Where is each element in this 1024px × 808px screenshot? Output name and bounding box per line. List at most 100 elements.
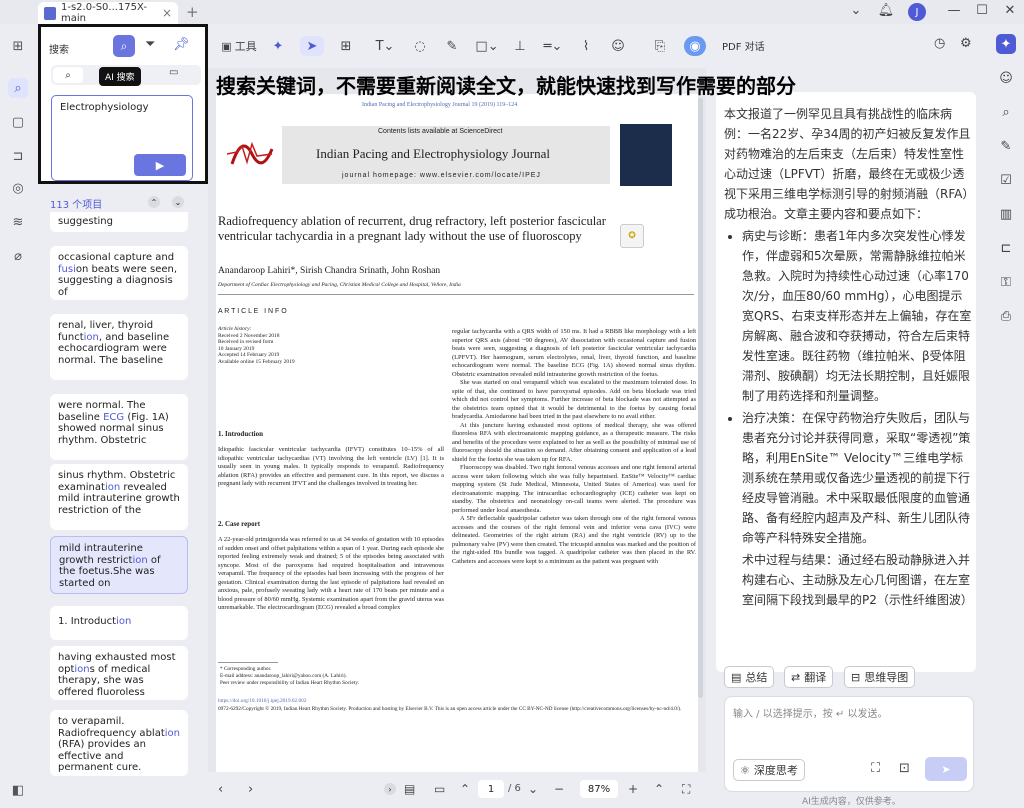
paragraph: A 5Fr deflectable quadripolar catheter w… xyxy=(452,515,696,565)
paragraph: Fluoroscopy was disabled. Two right femo… xyxy=(452,464,696,514)
annotation-icon[interactable]: ✎ xyxy=(996,136,1016,156)
next-result-icon[interactable]: ⌄ xyxy=(172,196,184,208)
reading-mode-icon[interactable]: ▤ xyxy=(404,782,415,796)
prev-arrow-icon[interactable]: ‹ xyxy=(218,782,223,797)
folder-icon[interactable]: ⊏ xyxy=(996,238,1016,258)
summary-button[interactable]: ▤ 总结 xyxy=(724,666,775,688)
layers-icon[interactable]: ≋ xyxy=(8,212,28,232)
protect-icon[interactable]: ⚿ xyxy=(996,272,1016,292)
list-item[interactable]: sinus rhythm. Obstetric examination reve… xyxy=(50,464,188,530)
list-item[interactable]: occasional capture and fusion beats were… xyxy=(50,246,188,300)
sticker-icon[interactable]: ☺ xyxy=(606,36,630,56)
ai-disclaimer: AI生成内容，仅供参考。 xyxy=(802,797,901,807)
search-rail-icon[interactable]: ⌕ xyxy=(8,78,28,98)
document-search-icon[interactable]: ⌕ xyxy=(996,102,1016,122)
settings-sliders-icon[interactable]: ⚙ xyxy=(960,36,972,51)
summary-icon: ▤ xyxy=(731,670,742,684)
list-item[interactable]: renal, liver, thyroid function, and base… xyxy=(50,314,188,380)
deep-think-button[interactable]: ⚛ 深度思考 xyxy=(733,759,805,781)
form-icon[interactable]: ☑ xyxy=(996,170,1016,190)
attachment-icon[interactable]: ⌀ xyxy=(8,246,28,266)
page-total: / 6 xyxy=(508,783,521,794)
expand-icon[interactable]: › xyxy=(384,783,396,795)
clipboard-icon[interactable]: ⎘ xyxy=(648,36,672,56)
journal-banner: Contents lists available at ScienceDirec… xyxy=(282,126,610,184)
next-arrow-icon[interactable]: › xyxy=(248,782,253,797)
new-tab-button[interactable]: + xyxy=(186,3,199,21)
measure-icon[interactable]: ═⌄ xyxy=(538,36,568,56)
result-highlight: ion xyxy=(116,616,132,627)
vertical-scrollbar[interactable] xyxy=(698,98,703,698)
list-item[interactable]: to verapamil. Radiofrequency ablation (R… xyxy=(50,710,188,776)
zoom-out-icon[interactable]: − xyxy=(554,782,564,796)
list-item[interactable]: having exhausted most options of medical… xyxy=(50,646,188,700)
ai-bullet: 治疗决策：在保守药物治疗失败后，团队与患者充分讨论并获得同意，采取“零透视”策略… xyxy=(742,408,974,548)
avatar[interactable]: J xyxy=(908,3,926,21)
text-search-icon[interactable]: ⌕ xyxy=(53,67,83,83)
zoom-level[interactable]: 87% xyxy=(580,780,618,798)
list-item[interactable]: 1. Introduction xyxy=(50,606,188,640)
zoom-in-icon[interactable]: + xyxy=(628,782,638,796)
shape-icon[interactable]: □⌄ xyxy=(472,36,502,56)
minimize-icon[interactable]: — xyxy=(944,3,964,18)
text-tool-icon[interactable]: T⌄ xyxy=(370,36,400,56)
history-icon[interactable]: ◷ xyxy=(934,36,945,51)
ai-input-box[interactable]: 输入 / 以选择提示，按 ↵ 以发送。 ⚛ 深度思考 ⛶ ⊡ ➤ xyxy=(724,696,974,792)
tools-button[interactable]: ▣ 工具 xyxy=(216,36,262,56)
search-input[interactable]: Electrophysiology ▶ xyxy=(51,95,193,181)
pin-icon[interactable]: 📌︎ xyxy=(173,37,190,52)
attach-icon[interactable]: ⌇ xyxy=(574,36,598,56)
page-number-input[interactable]: 1 xyxy=(478,780,504,798)
page-down-icon[interactable]: ⌄ xyxy=(528,782,538,796)
present-icon[interactable]: ▭ xyxy=(434,782,445,796)
bookmark-icon[interactable]: ⊐ xyxy=(8,146,28,166)
list-item[interactable]: suggesting xyxy=(50,212,188,232)
pen-icon[interactable]: ✎ xyxy=(440,36,464,56)
comment-search-icon[interactable]: ◎ xyxy=(8,178,28,198)
sidebar-toggle-icon[interactable]: ◧ xyxy=(8,780,28,800)
select-cursor-icon[interactable]: ➤ xyxy=(300,36,324,56)
result-highlight: ECG xyxy=(103,411,125,423)
book-icon[interactable]: ▥ xyxy=(996,204,1016,224)
document-tab[interactable]: 1-s2.0-S0...175X-main × xyxy=(38,2,178,24)
fit-width-icon[interactable]: ⌃ xyxy=(654,782,664,796)
crossmark-icon[interactable]: ✪ xyxy=(620,224,644,248)
mindmap-icon: ⊟ xyxy=(851,670,861,684)
ai-assistant-icon[interactable]: ◉ xyxy=(684,36,706,56)
tab-close-icon[interactable]: × xyxy=(162,6,172,20)
chevron-down-icon[interactable]: ⌄ xyxy=(846,3,866,18)
ai-search-icon[interactable]: ⌕ xyxy=(113,35,135,57)
ai-chat-icon[interactable]: ✦ xyxy=(996,34,1016,54)
sparkle-image-icon[interactable]: ⛶ xyxy=(871,761,880,776)
pdf-page: Indian Pacing and Electrophysiology Jour… xyxy=(216,94,698,774)
case-heading: 2. Case report xyxy=(218,520,261,528)
screenshot-icon[interactable]: ⊡ xyxy=(899,761,910,776)
filter-icon[interactable]: ⏷ xyxy=(145,37,155,52)
document-viewport[interactable]: Indian Pacing and Electrophysiology Jour… xyxy=(208,68,706,774)
list-item[interactable]: were normal. The baseline ECG (Fig. 1A) … xyxy=(50,394,188,460)
page-icon[interactable]: ▢ xyxy=(8,112,28,132)
ai-sparkle-icon[interactable]: ✦ xyxy=(268,36,288,56)
image-search-icon[interactable]: ▭ xyxy=(169,67,178,78)
send-button[interactable]: ▶ xyxy=(134,154,186,176)
translate-button[interactable]: ⇄ 翻译 xyxy=(784,666,834,688)
search-panel: 搜索 ⌕ ⏷ 📌︎ ⌕ ▭ AI 搜索 Electrophysiology ▶ xyxy=(38,24,208,184)
emoji-icon[interactable]: ☺ xyxy=(996,68,1016,88)
mindmap-button[interactable]: ⊟ 思维导图 xyxy=(844,666,916,688)
maximize-icon[interactable]: ☐ xyxy=(972,3,992,18)
text-box-icon[interactable]: ⊞ xyxy=(334,36,358,56)
ai-send-button[interactable]: ➤ xyxy=(925,757,967,781)
bell-icon[interactable]: 🔔︎ xyxy=(876,3,896,18)
print-icon[interactable]: ⎙ xyxy=(996,306,1016,326)
doi-link[interactable]: https://doi.org/10.1016/j.ipej.2019.02.0… xyxy=(218,698,306,704)
comment-icon[interactable]: ◌ xyxy=(408,36,432,56)
page-up-icon[interactable]: ⌃ xyxy=(460,782,470,796)
grid-apps-icon[interactable]: ⊞ xyxy=(8,36,28,56)
ai-bullet: 病史与诊断：患者1年内多次突发性心悸发作，伴虚弱和5次晕厥，常需静脉维拉帕米急救… xyxy=(742,226,974,406)
list-item-selected[interactable]: mild intrauterine growth restriction of … xyxy=(50,536,188,594)
previous-result-icon[interactable]: ⌃ xyxy=(148,196,160,208)
close-window-icon[interactable]: ✕ xyxy=(1000,3,1020,18)
footnote: E-mail address: anandaroop_lahiri@yahoo.… xyxy=(220,673,347,679)
fit-page-icon[interactable]: ⛶ xyxy=(682,782,690,797)
stamp-icon[interactable]: ⊥ xyxy=(508,36,532,56)
